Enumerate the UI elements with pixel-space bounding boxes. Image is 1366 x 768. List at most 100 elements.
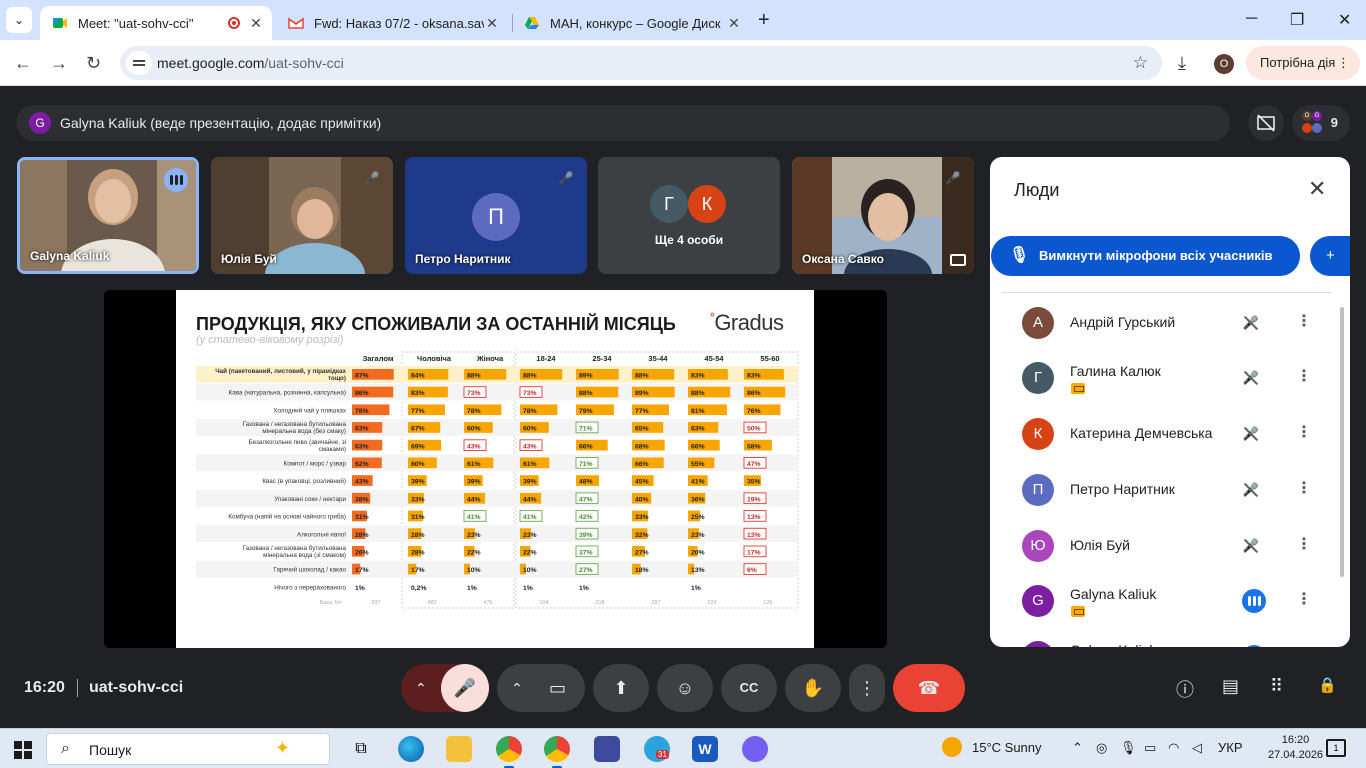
- participant-row[interactable]: П Петро Наритник 🎤 ⋮: [990, 462, 1340, 518]
- chat-icon[interactable]: ▤: [1222, 676, 1239, 697]
- present-button[interactable]: ⬆: [593, 664, 649, 712]
- start-button[interactable]: [14, 741, 32, 759]
- reload-button[interactable]: ↻: [86, 53, 101, 74]
- save-app-icon[interactable]: [594, 736, 620, 762]
- data-label: 61%: [523, 461, 537, 468]
- captions-button[interactable]: CC: [721, 664, 777, 712]
- close-tab-icon[interactable]: ✕: [484, 15, 500, 32]
- tab-gmail[interactable]: Fwd: Наказ 07/2 - oksana.savko ✕: [276, 6, 508, 40]
- new-tab-button[interactable]: +: [758, 9, 770, 32]
- mic-toggle-button[interactable]: 🎤: [441, 664, 489, 712]
- mic-off-icon[interactable]: 🎤: [1240, 479, 1262, 501]
- participant-options-icon[interactable]: ⋮: [1296, 366, 1312, 386]
- mic-off-icon[interactable]: 🎤: [1240, 312, 1262, 334]
- scrollbar[interactable]: [1340, 307, 1344, 577]
- activities-icon[interactable]: ⠿: [1270, 676, 1283, 697]
- more-dots-icon[interactable]: •••: [1242, 643, 1266, 647]
- participant-row[interactable]: Г Галина Калюк 🎤 ⋮: [990, 350, 1340, 406]
- tile-oksana-savko[interactable]: 🎤 Оксана Савко: [792, 157, 974, 274]
- participant-options-icon[interactable]: ⋮: [1296, 589, 1312, 609]
- add-people-button[interactable]: +: [1310, 236, 1350, 276]
- host-controls-icon[interactable]: 🔒: [1318, 676, 1337, 694]
- volume-icon[interactable]: ◁: [1192, 740, 1202, 756]
- restore-button[interactable]: ❐: [1290, 10, 1304, 30]
- raise-hand-button[interactable]: ✋: [785, 664, 841, 712]
- microphone-icon[interactable]: 🎙: [1120, 740, 1137, 756]
- viber-icon[interactable]: [742, 736, 768, 762]
- show-hidden-icons[interactable]: ⌃: [1072, 740, 1083, 756]
- participant-options-icon[interactable]: ⋮: [1296, 422, 1312, 442]
- camera-icon[interactable]: ▭: [549, 664, 566, 712]
- participant-options-icon[interactable]: ⋮: [1296, 534, 1312, 554]
- participant-row[interactable]: Ю Юлія Буй 🎤 ⋮: [990, 518, 1340, 574]
- data-label: 88%: [523, 373, 537, 380]
- data-label: 83%: [747, 373, 761, 380]
- notifications-icon[interactable]: 1: [1326, 739, 1346, 757]
- weather-text[interactable]: 15°C Sunny: [972, 740, 1042, 755]
- mic-off-icon: 🎤: [453, 678, 477, 698]
- profile-avatar[interactable]: O: [1214, 54, 1234, 74]
- tile-galyna-kaliuk[interactable]: Galyna Kaliuk: [17, 157, 199, 274]
- tile-avatar: К: [688, 185, 726, 223]
- bookmark-star-icon[interactable]: ☆: [1133, 53, 1148, 73]
- data-label: 76%: [747, 408, 761, 415]
- chrome-icon[interactable]: [496, 736, 522, 768]
- mic-off-icon: 🎙: [1009, 247, 1030, 264]
- participant-options-icon[interactable]: ⋮: [1296, 311, 1312, 331]
- weather-sun-icon[interactable]: [942, 737, 962, 757]
- word-icon[interactable]: W: [692, 736, 718, 762]
- taskbar-search[interactable]: ⌕ Пошук ✦: [46, 733, 330, 765]
- mic-off-icon[interactable]: 🎤: [1240, 535, 1262, 557]
- participant-options-icon[interactable]: ⋮: [1296, 645, 1312, 647]
- tab-search-button[interactable]: ⌄: [6, 7, 32, 33]
- wifi-icon[interactable]: ◠: [1168, 740, 1179, 756]
- file-explorer-icon[interactable]: [446, 736, 472, 762]
- back-button[interactable]: ←: [14, 53, 32, 74]
- action-required-button[interactable]: Потрібна дія ⋮: [1246, 46, 1360, 80]
- participant-row[interactable]: G Galyna Kaliuk ⋮: [990, 573, 1340, 629]
- tile-yuliia-bui[interactable]: 🎤 Юлія Буй: [211, 157, 393, 274]
- mic-off-icon[interactable]: 🎤: [1240, 423, 1262, 445]
- participant-row[interactable]: А Андрій Гурський 🎤 ⋮: [990, 295, 1340, 351]
- address-bar[interactable]: meet.google.com/uat-sohv-cci ☆: [120, 46, 1162, 80]
- leave-call-button[interactable]: ☎: [893, 664, 965, 712]
- tile-petro-narytnyk[interactable]: П 🎤 Петро Наритник: [405, 157, 587, 274]
- close-panel-icon[interactable]: ✕: [1308, 176, 1326, 202]
- tile-more-people[interactable]: Г К Ще 4 особи: [598, 157, 780, 274]
- forward-button[interactable]: →: [50, 53, 68, 74]
- system-clock[interactable]: 16:20 27.04.2026: [1268, 733, 1323, 763]
- close-window-button[interactable]: ✕: [1338, 10, 1351, 30]
- tab-drive[interactable]: МАН, конкурс – Google Диск ✕: [512, 6, 750, 40]
- network-icon[interactable]: ◎: [1096, 740, 1107, 756]
- battery-icon[interactable]: ▭: [1144, 740, 1156, 756]
- data-label: 1%: [355, 585, 365, 592]
- mute-all-button[interactable]: 🎙 Вимкнути мікрофони всіх учасників: [991, 236, 1300, 276]
- close-tab-icon[interactable]: ✕: [248, 15, 264, 32]
- participant-options-icon[interactable]: ⋮: [1296, 478, 1312, 498]
- unpin-presentation-icon[interactable]: [1248, 105, 1284, 141]
- mic-control[interactable]: ⌃ 🎤: [401, 664, 489, 712]
- participant-row[interactable]: GGalyna KaliukПрезентація•••⋮: [990, 629, 1340, 647]
- reactions-button[interactable]: ☺: [657, 664, 713, 712]
- task-view-icon[interactable]: ⧉: [348, 736, 374, 762]
- tab-meet[interactable]: Meet: "uat-sohv-cci" ✕: [40, 6, 272, 40]
- meeting-time: 16:20: [24, 679, 65, 696]
- more-options-button[interactable]: ⋮: [849, 664, 885, 712]
- audio-options-chevron-icon[interactable]: ⌃: [415, 664, 427, 712]
- download-icon[interactable]: ⤓: [1178, 53, 1186, 74]
- participant-count-button[interactable]: O G 9: [1292, 105, 1350, 141]
- language-indicator[interactable]: УКР: [1218, 740, 1243, 755]
- pip-icon[interactable]: [950, 254, 966, 266]
- edge-icon[interactable]: [398, 736, 424, 762]
- meeting-info-icon[interactable]: ⓘ: [1176, 676, 1194, 702]
- chrome-icon[interactable]: [544, 736, 570, 768]
- close-tab-icon[interactable]: ✕: [726, 15, 742, 32]
- camera-control[interactable]: ⌃ ▭: [497, 664, 585, 712]
- participant-row[interactable]: К Катерина Демчевська 🎤 ⋮: [990, 406, 1340, 462]
- minimize-button[interactable]: ─: [1246, 10, 1257, 28]
- site-info-icon[interactable]: [126, 51, 152, 75]
- participant-name: Galyna Kaliuk: [1070, 642, 1156, 647]
- mic-off-icon[interactable]: 🎤: [1240, 367, 1262, 389]
- telegram-icon[interactable]: 31: [644, 736, 670, 762]
- video-options-chevron-icon[interactable]: ⌃: [511, 664, 523, 712]
